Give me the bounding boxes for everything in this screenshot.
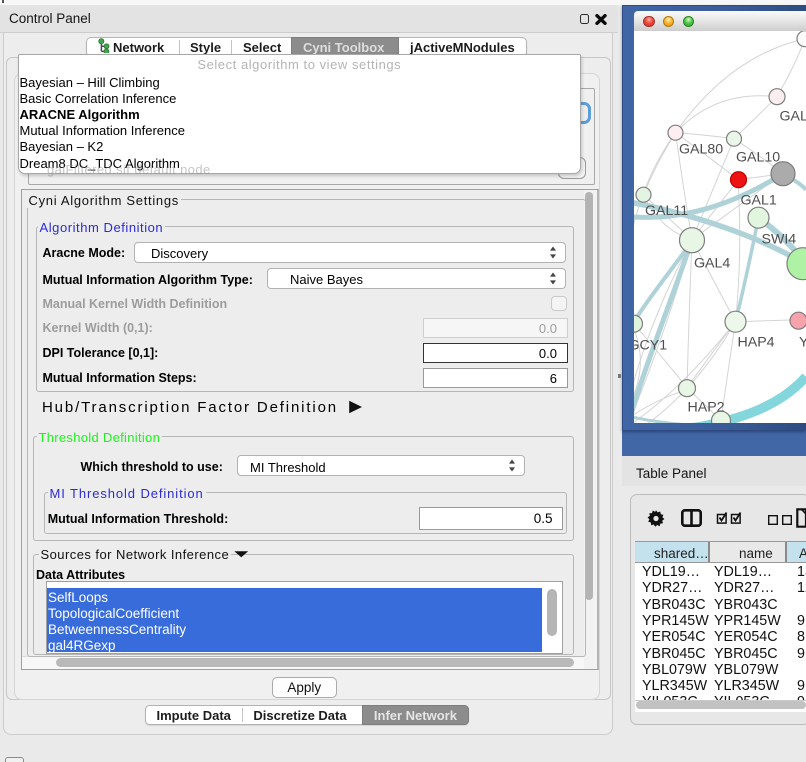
svg-text:GAL4: GAL4: [694, 256, 730, 272]
svg-text:GCY1: GCY1: [634, 338, 667, 354]
svg-text:GAL1: GAL1: [741, 193, 777, 209]
svg-text:HAP2: HAP2: [688, 400, 725, 416]
svg-text:GAL2: GAL2: [780, 109, 806, 125]
svg-text:HAP4: HAP4: [738, 335, 775, 351]
svg-text:YB: YB: [799, 335, 806, 351]
svg-text:GAL11: GAL11: [645, 203, 688, 219]
svg-text:GAL80: GAL80: [679, 142, 723, 158]
svg-text:SWI4: SWI4: [762, 232, 797, 248]
svg-text:GAL10: GAL10: [736, 150, 780, 166]
